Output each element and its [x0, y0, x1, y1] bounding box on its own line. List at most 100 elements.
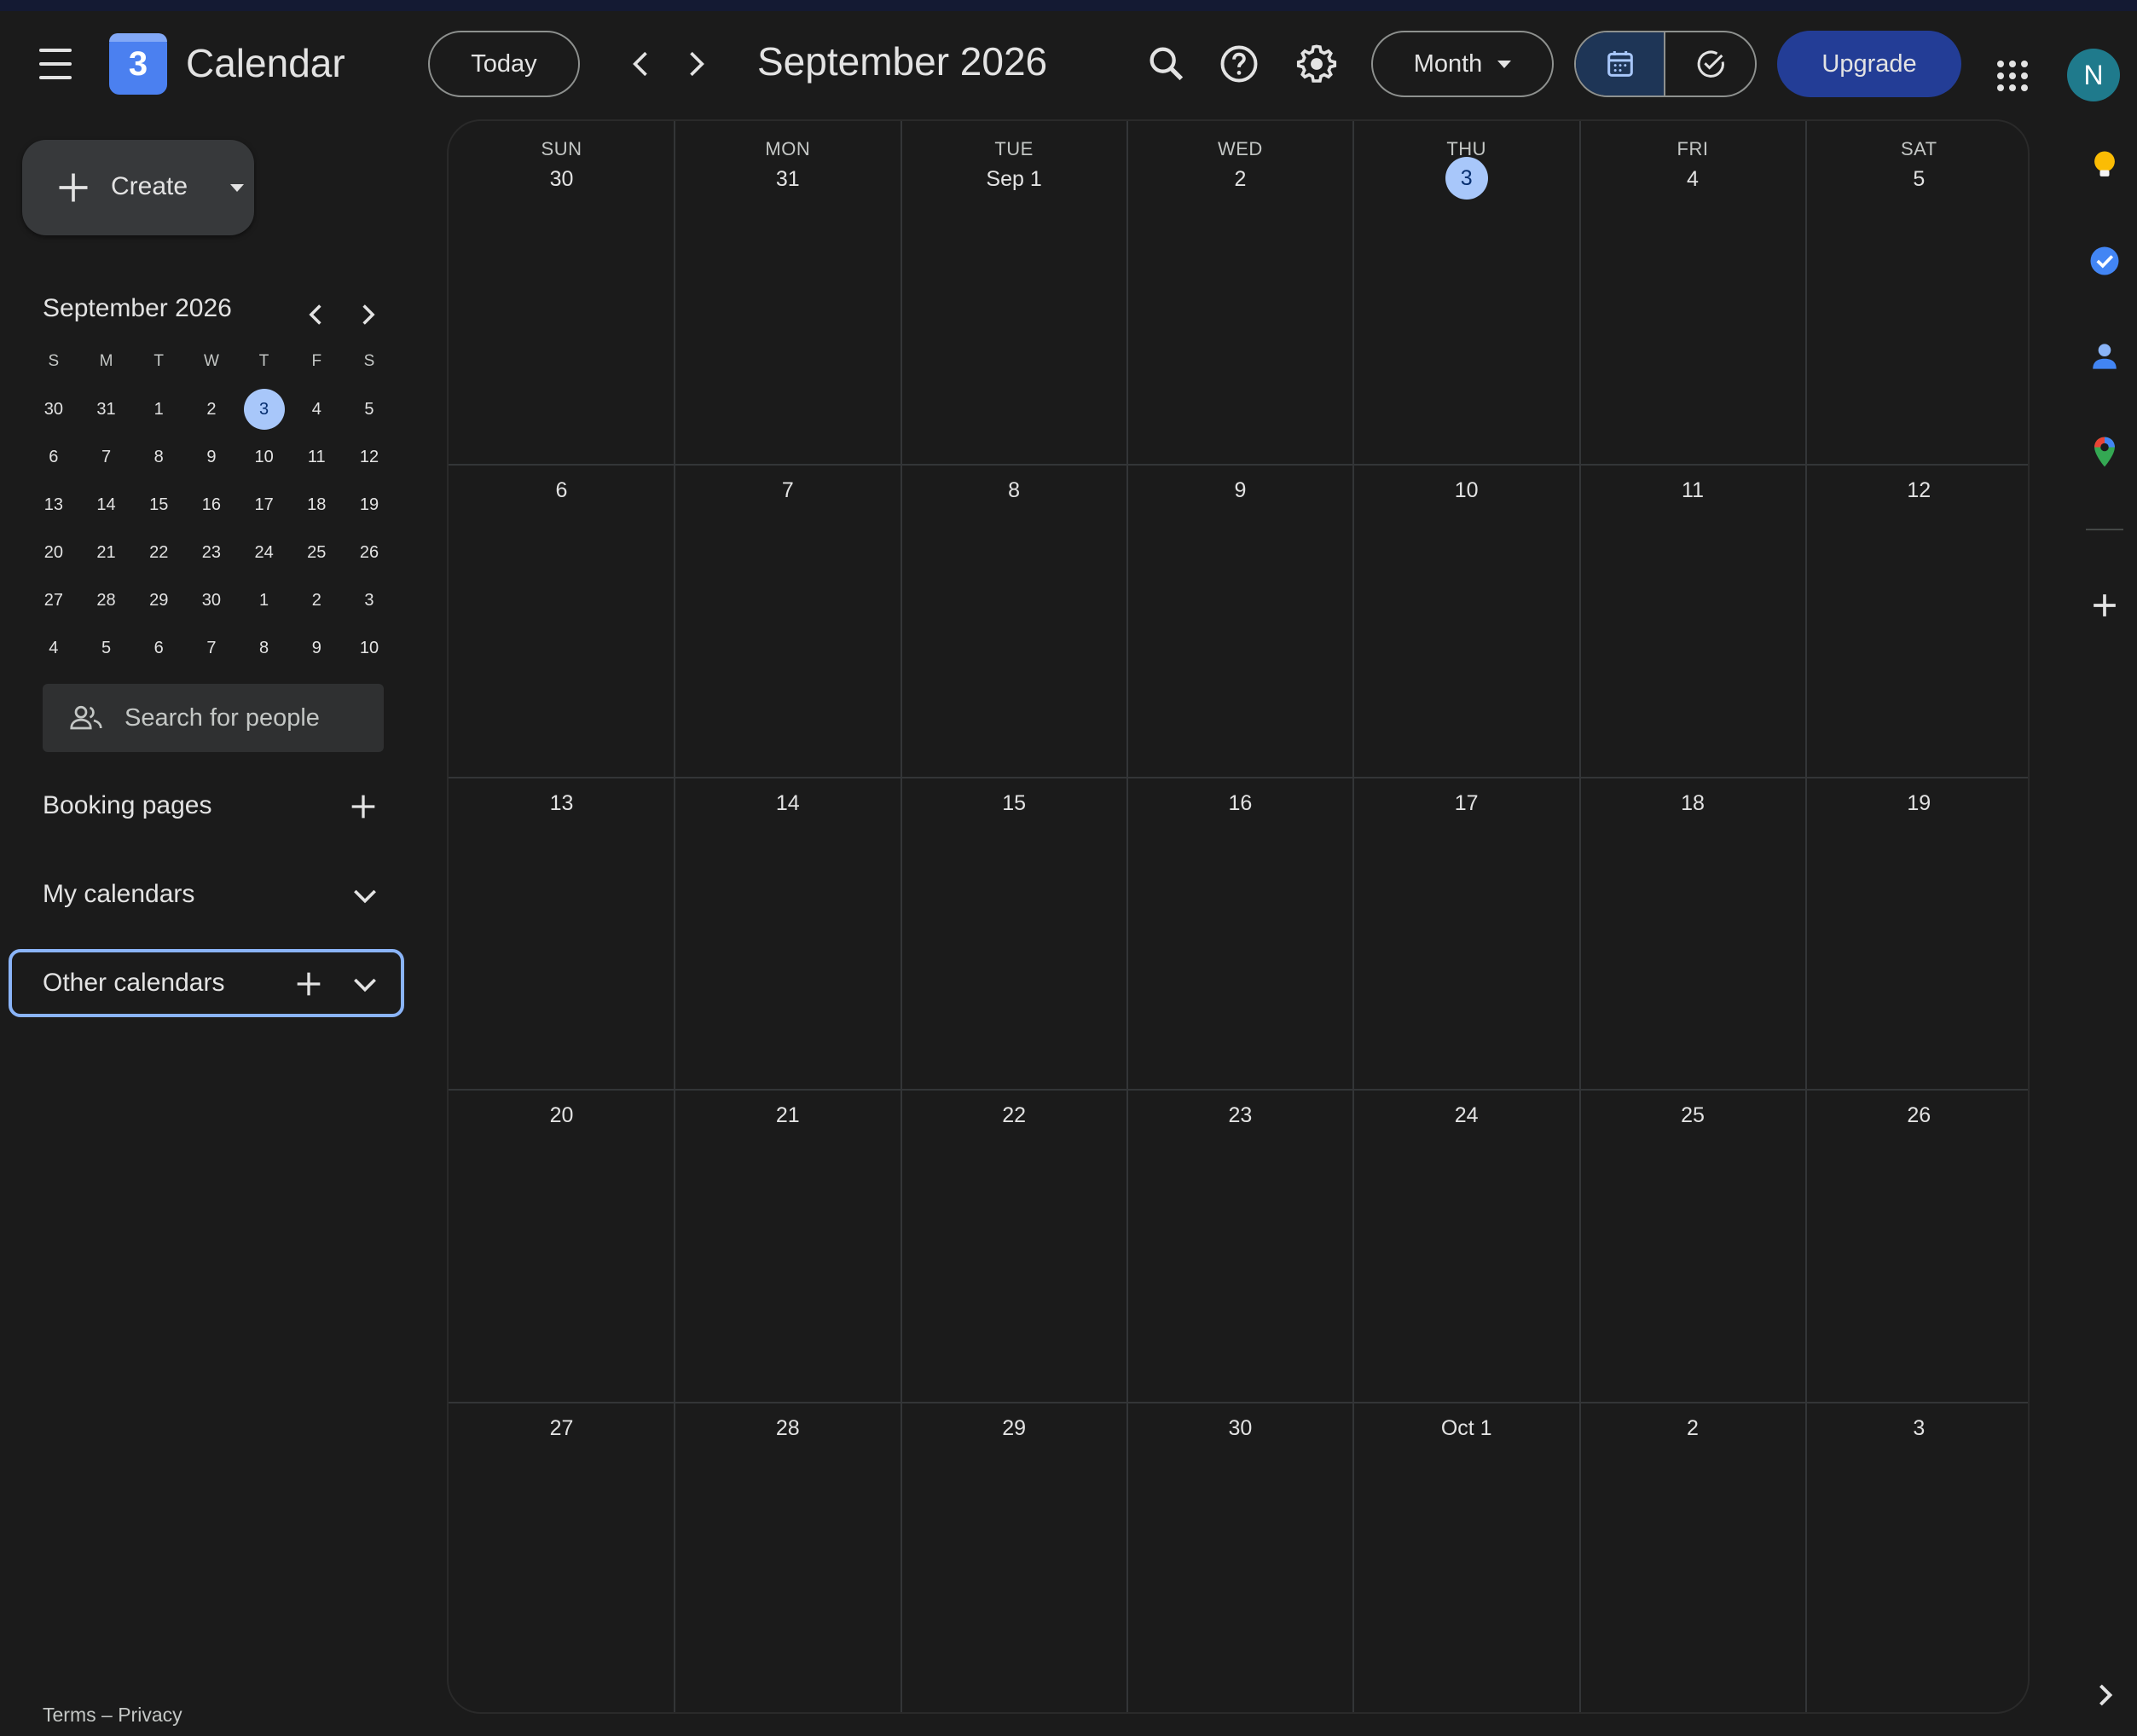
- day-number[interactable]: 15: [901, 791, 1127, 816]
- month-day-cell[interactable]: 2: [1127, 121, 1353, 465]
- month-day-cell[interactable]: 5: [1806, 121, 2028, 465]
- booking-pages-label[interactable]: Booking pages: [43, 791, 212, 820]
- search-icon[interactable]: [1144, 42, 1189, 86]
- menu-icon[interactable]: [34, 49, 78, 79]
- month-day-cell[interactable]: 9: [1127, 465, 1353, 778]
- day-number[interactable]: 20: [449, 1103, 675, 1128]
- day-number[interactable]: 12: [1806, 478, 2028, 503]
- mini-calendar-day[interactable]: 7: [185, 624, 238, 672]
- day-number[interactable]: 26: [1806, 1103, 2028, 1128]
- day-number[interactable]: 30: [449, 167, 675, 192]
- day-number[interactable]: 18: [1580, 791, 1806, 816]
- create-button[interactable]: Create: [22, 140, 254, 235]
- chevron-down-icon[interactable]: [348, 878, 382, 912]
- mini-calendar-day[interactable]: 8: [238, 624, 291, 672]
- add-addon-icon[interactable]: [2086, 587, 2123, 624]
- day-number[interactable]: 4: [1580, 167, 1806, 192]
- mini-calendar-day[interactable]: 9: [185, 433, 238, 481]
- next-period-icon[interactable]: [677, 45, 715, 83]
- day-number[interactable]: 3: [1353, 157, 1579, 200]
- mini-calendar-day[interactable]: 1: [238, 576, 291, 624]
- mini-calendar-day[interactable]: 19: [343, 481, 396, 529]
- contacts-icon[interactable]: [2086, 338, 2123, 375]
- mini-calendar-day[interactable]: 25: [290, 529, 343, 576]
- tasks-icon[interactable]: [2086, 242, 2123, 280]
- mini-calendar-day[interactable]: 2: [185, 385, 238, 433]
- mini-calendar-day[interactable]: 12: [343, 433, 396, 481]
- day-number[interactable]: 13: [449, 791, 675, 816]
- month-day-cell[interactable]: 7: [675, 465, 901, 778]
- mini-calendar-day[interactable]: 13: [27, 481, 80, 529]
- app-title[interactable]: Calendar: [186, 40, 345, 86]
- mini-calendar-day[interactable]: 28: [80, 576, 133, 624]
- month-day-cell[interactable]: Sep 1: [901, 121, 1127, 465]
- add-booking-page-icon[interactable]: [346, 790, 380, 824]
- month-day-cell[interactable]: 6: [449, 465, 675, 778]
- month-day-cell[interactable]: Oct 1: [1353, 1403, 1579, 1712]
- month-day-cell[interactable]: 8: [901, 465, 1127, 778]
- previous-period-icon[interactable]: [623, 45, 660, 83]
- month-day-cell[interactable]: 26: [1806, 1090, 2028, 1403]
- day-number[interactable]: 6: [449, 478, 675, 503]
- mini-calendar-day[interactable]: 31: [80, 385, 133, 433]
- keep-icon[interactable]: [2086, 147, 2123, 184]
- mini-calendar-day[interactable]: 7: [80, 433, 133, 481]
- month-day-cell[interactable]: 11: [1580, 465, 1806, 778]
- day-number[interactable]: 25: [1580, 1103, 1806, 1128]
- mini-calendar-day[interactable]: 16: [185, 481, 238, 529]
- mini-calendar-previous-icon[interactable]: [298, 297, 334, 333]
- search-people-input[interactable]: Search for people: [43, 684, 384, 752]
- day-number[interactable]: 7: [675, 478, 901, 503]
- settings-icon[interactable]: [1294, 42, 1339, 86]
- terms-link[interactable]: Terms: [43, 1704, 96, 1726]
- mini-calendar-day[interactable]: 15: [132, 481, 185, 529]
- mini-calendar-day[interactable]: 20: [27, 529, 80, 576]
- mini-calendar-day[interactable]: 29: [132, 576, 185, 624]
- month-day-cell[interactable]: 13: [449, 778, 675, 1090]
- month-day-cell[interactable]: 16: [1127, 778, 1353, 1090]
- mini-calendar-day[interactable]: 30: [27, 385, 80, 433]
- day-number[interactable]: 5: [1806, 167, 2028, 192]
- maps-icon[interactable]: [2086, 433, 2123, 471]
- mini-calendar-day[interactable]: 8: [132, 433, 185, 481]
- mini-calendar-day[interactable]: 22: [132, 529, 185, 576]
- month-day-cell[interactable]: 3: [1353, 121, 1579, 465]
- account-avatar[interactable]: N: [2067, 49, 2120, 101]
- month-day-cell[interactable]: 30: [449, 121, 675, 465]
- mini-calendar-day[interactable]: 17: [238, 481, 291, 529]
- mini-calendar-day[interactable]: 23: [185, 529, 238, 576]
- day-number[interactable]: 14: [675, 791, 901, 816]
- month-day-cell[interactable]: 10: [1353, 465, 1579, 778]
- day-number[interactable]: 10: [1353, 478, 1579, 503]
- mini-calendar-day[interactable]: 3: [343, 576, 396, 624]
- month-day-cell[interactable]: 4: [1580, 121, 1806, 465]
- mini-calendar-day[interactable]: 6: [27, 433, 80, 481]
- my-calendars-label[interactable]: My calendars: [43, 880, 194, 909]
- day-number[interactable]: 9: [1127, 478, 1353, 503]
- mini-calendar-day[interactable]: 3: [238, 385, 291, 433]
- month-day-cell[interactable]: 22: [901, 1090, 1127, 1403]
- mini-calendar-next-icon[interactable]: [350, 297, 385, 333]
- day-number[interactable]: 29: [901, 1416, 1127, 1441]
- month-day-cell[interactable]: 3: [1806, 1403, 2028, 1712]
- mini-calendar-day[interactable]: 11: [290, 433, 343, 481]
- today-day-number[interactable]: 3: [1445, 157, 1488, 200]
- calendar-view-toggle[interactable]: [1576, 32, 1666, 95]
- mini-calendar-day[interactable]: 1: [132, 385, 185, 433]
- mini-calendar-day[interactable]: 14: [80, 481, 133, 529]
- day-number[interactable]: 21: [675, 1103, 901, 1128]
- chevron-down-icon[interactable]: [348, 967, 382, 1001]
- tasks-view-toggle[interactable]: [1665, 32, 1755, 95]
- mini-calendar-day[interactable]: 5: [80, 624, 133, 672]
- mini-calendar-day[interactable]: 21: [80, 529, 133, 576]
- calendar-logo-icon[interactable]: 3: [109, 33, 167, 95]
- day-number[interactable]: 17: [1353, 791, 1579, 816]
- day-number[interactable]: 30: [1127, 1416, 1353, 1441]
- day-number[interactable]: Oct 1: [1353, 1416, 1579, 1441]
- month-day-cell[interactable]: 20: [449, 1090, 675, 1403]
- day-number[interactable]: 31: [675, 167, 901, 192]
- day-number[interactable]: 27: [449, 1416, 675, 1441]
- month-day-cell[interactable]: 24: [1353, 1090, 1579, 1403]
- upgrade-button[interactable]: Upgrade: [1777, 31, 1961, 97]
- day-number[interactable]: 28: [675, 1416, 901, 1441]
